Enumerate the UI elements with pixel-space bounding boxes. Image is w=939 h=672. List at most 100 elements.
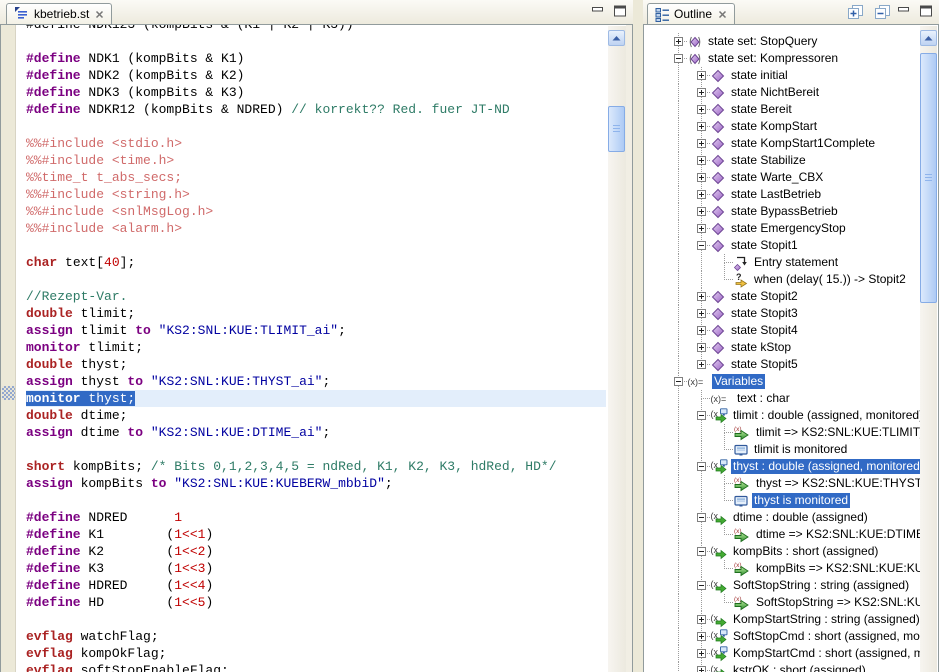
editor-scrollbar-thumb[interactable] (608, 106, 625, 152)
outline-tab[interactable]: Outline (647, 3, 735, 24)
outline-item[interactable]: state kStop (644, 339, 920, 356)
outline-item[interactable]: state BypassBetrieb (644, 203, 920, 220)
expander-icon[interactable] (697, 666, 706, 672)
expander-icon[interactable] (697, 581, 706, 590)
code-line[interactable]: %%#include <string.h> (26, 186, 606, 203)
expander-icon[interactable] (697, 513, 706, 522)
outline-item[interactable]: ?when (delay( 15.)) -> Stopit2 (644, 271, 920, 288)
outline-item[interactable]: state Stabilize (644, 152, 920, 169)
expander-icon[interactable] (674, 54, 683, 63)
code-line[interactable] (26, 492, 606, 509)
code-line[interactable]: %%#include <time.h> (26, 152, 606, 169)
code-line[interactable]: double tlimit; (26, 305, 606, 322)
code-line[interactable]: %%time_t t_abs_secs; (26, 169, 606, 186)
code-line[interactable]: #define NDK2 (kompBits & K2) (26, 67, 606, 84)
outline-item[interactable]: (xdtime : double (assigned) (644, 509, 920, 526)
code-line[interactable]: #define HDRED (1<<4) (26, 577, 606, 594)
expander-icon[interactable] (697, 241, 706, 250)
outline-item[interactable]: state LastBetrieb (644, 186, 920, 203)
expander-icon[interactable] (697, 547, 706, 556)
expander-icon[interactable] (697, 88, 706, 97)
outline-item[interactable]: state set: Kompressoren (644, 50, 920, 67)
outline-item[interactable]: state Warte_CBX (644, 169, 920, 186)
expander-icon[interactable] (697, 207, 706, 216)
outline-item[interactable]: state Stopit4 (644, 322, 920, 339)
code-line[interactable]: %%#include <snlMsgLog.h> (26, 203, 606, 220)
outline-item[interactable]: (x)SoftStopString => KS2:SNL:KUE:SC (644, 594, 920, 611)
code-line[interactable]: double dtime; (26, 407, 606, 424)
code-line[interactable]: assign kompBits to "KS2:SNL:KUE:KUEBERW_… (26, 475, 606, 492)
outline-scrollbar-thumb[interactable] (920, 53, 937, 303)
outline-item[interactable]: (xkompBits : short (assigned) (644, 543, 920, 560)
code-line[interactable]: double thyst; (26, 356, 606, 373)
outline-item[interactable]: (xtlimit : double (assigned, monitored) (644, 407, 920, 424)
code-line[interactable] (26, 33, 606, 50)
code-line[interactable] (26, 271, 606, 288)
expander-icon[interactable] (697, 632, 706, 641)
expand-all-icon[interactable] (846, 3, 866, 21)
code-line[interactable]: #define NDK3 (kompBits & K3) (26, 84, 606, 101)
expander-icon[interactable] (697, 122, 706, 131)
expander-icon[interactable] (697, 360, 706, 369)
expander-icon[interactable] (697, 292, 706, 301)
code-line[interactable] (26, 611, 606, 628)
close-icon[interactable] (718, 10, 727, 19)
outline-item[interactable]: state Stopit3 (644, 305, 920, 322)
code-line[interactable]: monitor tlimit; (26, 339, 606, 356)
code-line[interactable]: #define NDK123 (kompBits & (K1 | K2 | K3… (26, 25, 606, 33)
outline-item[interactable]: state KompStart1Complete (644, 135, 920, 152)
outline-item[interactable]: state set: StopQuery (644, 33, 920, 50)
maximize-outline-button[interactable] (917, 4, 935, 18)
outline-item[interactable]: state Stopit2 (644, 288, 920, 305)
expander-icon[interactable] (697, 173, 706, 182)
close-icon[interactable] (95, 10, 104, 19)
outline-item[interactable]: state EmergencyStop (644, 220, 920, 237)
outline-item[interactable]: (x)dtime => KS2:SNL:KUE:DTIME_ai (644, 526, 920, 543)
editor-gutter[interactable] (1, 25, 16, 672)
expander-icon[interactable] (697, 156, 706, 165)
editor-scrollbar[interactable] (608, 26, 626, 672)
code-line[interactable] (26, 441, 606, 458)
code-line[interactable] (26, 237, 606, 254)
expander-icon[interactable] (697, 190, 706, 199)
code-line[interactable]: %%#include <stdio.h> (26, 135, 606, 152)
outline-item[interactable]: state NichtBereit (644, 84, 920, 101)
outline-scrollbar[interactable] (920, 26, 937, 672)
outline-item[interactable]: (xkstrOK : short (assigned) (644, 662, 920, 672)
maximize-editor-button[interactable] (611, 4, 629, 18)
outline-item[interactable]: Entry statement (644, 254, 920, 271)
outline-item[interactable]: (x)=text : char (644, 390, 920, 407)
expander-icon[interactable] (697, 71, 706, 80)
outline-item[interactable]: (x)=Variables (644, 373, 920, 390)
code-line[interactable]: //Rezept-Var. (26, 288, 606, 305)
outline-item[interactable]: (xSoftStopCmd : short (assigned, monitor… (644, 628, 920, 645)
code-line[interactable]: #define K3 (1<<3) (26, 560, 606, 577)
code-line[interactable]: #define K1 (1<<1) (26, 526, 606, 543)
expander-icon[interactable] (697, 462, 706, 471)
code-line[interactable]: char text[40]; (26, 254, 606, 271)
code-line[interactable]: monitor thyst; (26, 390, 606, 407)
outline-item[interactable]: state Bereit (644, 101, 920, 118)
minimize-editor-button[interactable] (589, 4, 607, 18)
scroll-up-icon[interactable] (608, 30, 625, 46)
expander-icon[interactable] (674, 37, 683, 46)
outline-tree[interactable]: state set: StopQuerystate set: Kompresso… (644, 33, 920, 672)
code-line[interactable]: #define NDK1 (kompBits & K1) (26, 50, 606, 67)
scroll-up-icon[interactable] (920, 30, 937, 46)
code-line[interactable]: #define K2 (1<<2) (26, 543, 606, 560)
expander-icon[interactable] (697, 326, 706, 335)
code-line[interactable]: short kompBits; /* Bits 0,1,2,3,4,5 = nd… (26, 458, 606, 475)
expander-icon[interactable] (697, 224, 706, 233)
expander-icon[interactable] (697, 411, 706, 420)
outline-item[interactable]: state Stopit1 (644, 237, 920, 254)
minimize-outline-button[interactable] (895, 4, 913, 18)
expander-icon[interactable] (697, 343, 706, 352)
collapse-all-icon[interactable] (873, 3, 893, 21)
code-line[interactable]: #define NDRED 1 (26, 509, 606, 526)
code-line[interactable]: #define NDKR12 (kompBits & NDRED) // kor… (26, 101, 606, 118)
outline-item[interactable]: (x)tlimit => KS2:SNL:KUE:TLIMIT_ai (644, 424, 920, 441)
code-line[interactable]: assign thyst to "KS2:SNL:KUE:THYST_ai"; (26, 373, 606, 390)
expander-icon[interactable] (697, 139, 706, 148)
code-line[interactable]: #define HD (1<<5) (26, 594, 606, 611)
outline-item[interactable]: (xthyst : double (assigned, monitored) (644, 458, 920, 475)
